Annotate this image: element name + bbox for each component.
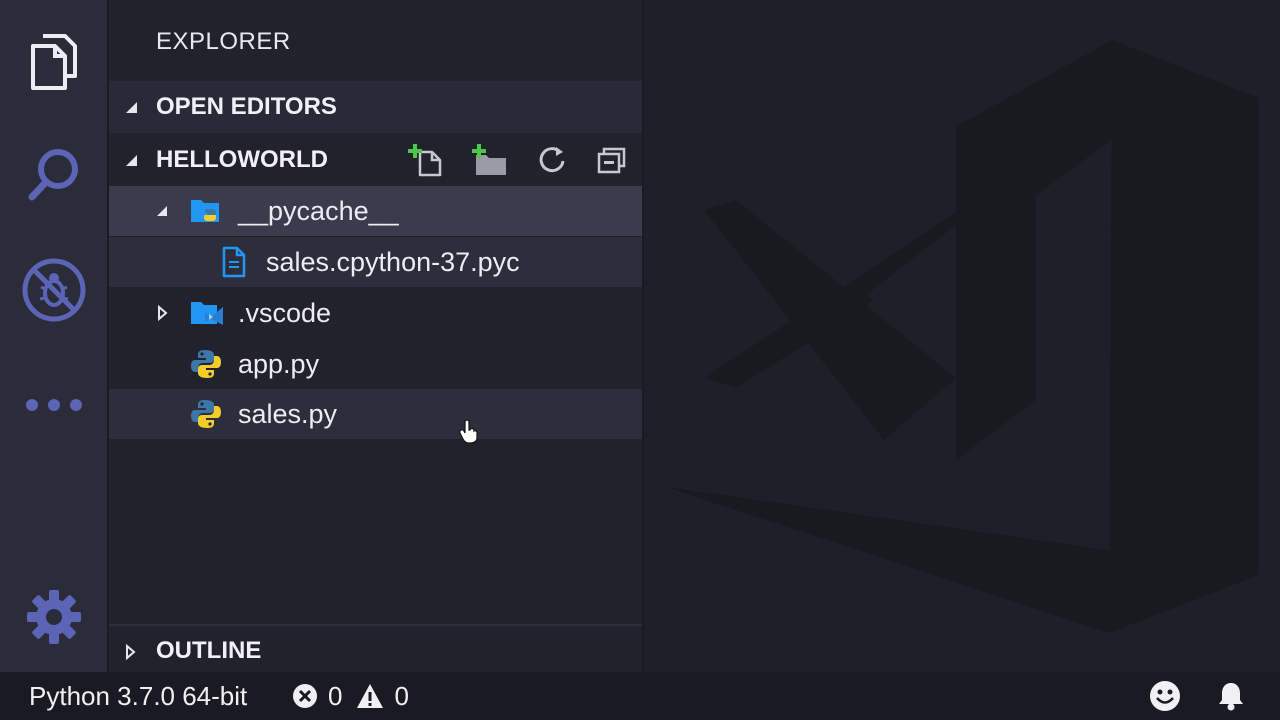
collapse-all-icon[interactable] — [596, 144, 628, 176]
warning-icon — [356, 683, 384, 709]
explorer-sidebar: EXPLORER OPEN EDITORS HELLOWORLD __pycac… — [109, 0, 642, 672]
caret-right-icon — [123, 626, 137, 678]
python-interpreter[interactable]: Python 3.7.0 64-bit — [29, 672, 247, 720]
search-icon[interactable] — [0, 142, 107, 206]
tree-item-sales-py[interactable]: sales.py — [109, 389, 642, 439]
problems-indicator[interactable]: 0 0 — [292, 672, 409, 720]
error-icon — [292, 683, 318, 709]
tree-item-pycache[interactable]: __pycache__ — [109, 186, 642, 236]
caret-right-icon — [155, 288, 169, 338]
sidebar-title: EXPLORER — [156, 28, 291, 55]
explorer-icon[interactable] — [0, 30, 107, 94]
warning-count: 0 — [394, 680, 409, 711]
tree-item-label: .vscode — [238, 298, 332, 328]
tree-item-label: sales.cpython-37.pyc — [266, 247, 520, 277]
section-label: HELLOWORLD — [156, 146, 328, 173]
file-icon — [221, 237, 247, 287]
caret-down-icon — [155, 186, 169, 236]
tree-item-label: sales.py — [238, 399, 338, 429]
python-icon — [190, 339, 222, 389]
python-folder-icon — [189, 186, 223, 236]
caret-down-icon — [123, 134, 139, 186]
tree-item-label: __pycache__ — [238, 196, 399, 226]
more-icon[interactable] — [0, 392, 107, 418]
new-file-icon[interactable] — [408, 143, 444, 177]
section-label: OUTLINE — [156, 637, 262, 664]
activity-bar — [0, 0, 107, 672]
tree-item-app-py[interactable]: app.py — [109, 339, 642, 389]
tree-item-vscode[interactable]: .vscode — [109, 288, 642, 338]
notifications-bell-icon[interactable] — [1215, 672, 1247, 720]
new-folder-icon[interactable] — [472, 143, 508, 177]
caret-down-icon — [123, 81, 139, 133]
section-workspace[interactable]: HELLOWORLD — [109, 134, 642, 186]
settings-gear-icon[interactable] — [0, 588, 107, 646]
feedback-smiley-icon[interactable] — [1148, 672, 1182, 720]
python-icon — [190, 389, 222, 439]
vscode-folder-icon — [189, 288, 225, 338]
section-outline[interactable]: OUTLINE — [109, 624, 642, 676]
debug-icon[interactable] — [0, 256, 107, 324]
refresh-icon[interactable] — [536, 144, 568, 176]
hand-cursor-icon — [459, 419, 479, 449]
status-bar: Python 3.7.0 64-bit 0 0 — [0, 672, 1280, 720]
section-open-editors[interactable]: OPEN EDITORS — [109, 81, 642, 133]
section-label: OPEN EDITORS — [156, 93, 337, 120]
vscode-watermark-icon — [666, 40, 1259, 633]
workspace-actions — [408, 134, 628, 186]
tree-item-label: app.py — [238, 349, 320, 379]
tree-item-sales-pyc[interactable]: sales.cpython-37.pyc — [109, 237, 642, 287]
error-count: 0 — [328, 680, 343, 711]
editor-area — [644, 0, 1280, 672]
